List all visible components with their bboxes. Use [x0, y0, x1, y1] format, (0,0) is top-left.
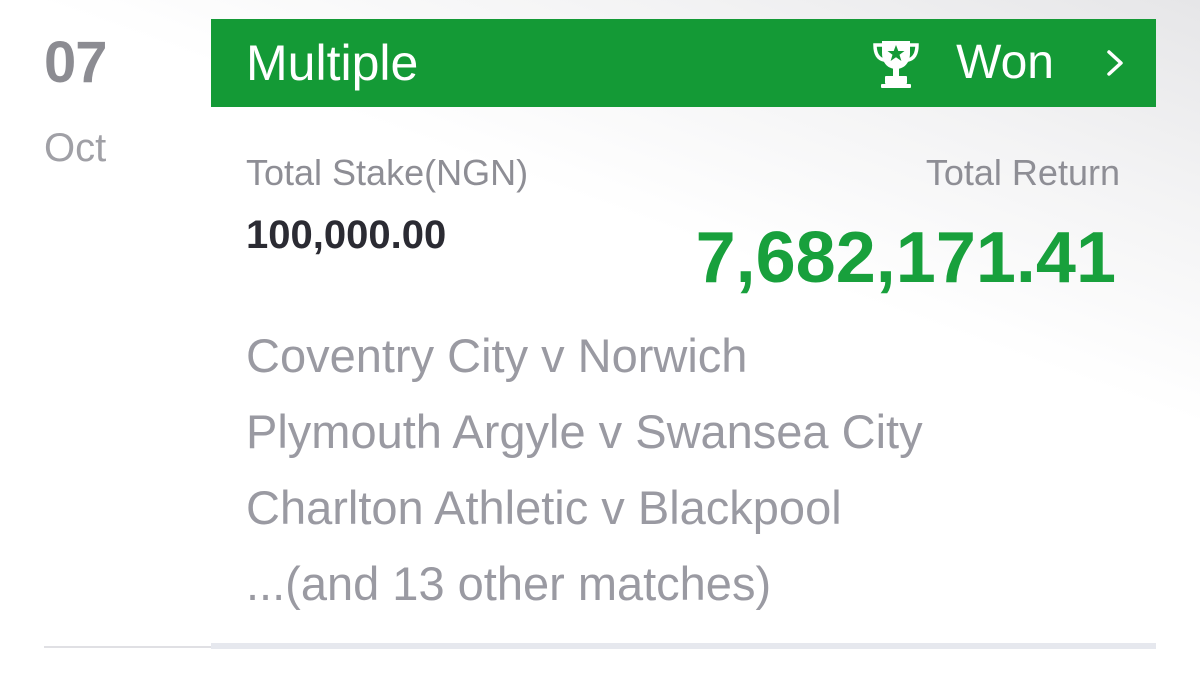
chevron-right-icon[interactable]: [1106, 48, 1124, 78]
total-return-label: Total Return: [925, 152, 1120, 193]
date-month: Oct: [44, 126, 107, 170]
bet-type-label: Multiple: [246, 35, 419, 91]
bet-status: Won: [872, 35, 1124, 91]
trophy-icon: [873, 41, 919, 88]
match-list: Coventry City v Norwich Plymouth Argyle …: [246, 318, 1146, 622]
bet-date: 07 Oct: [44, 30, 204, 170]
total-stake-label: Total Stake(NGN): [246, 152, 529, 193]
card-bottom-divider: [211, 643, 1156, 649]
total-return-value: 7,682,171.41: [695, 218, 1116, 298]
match-item: Coventry City v Norwich: [246, 329, 748, 382]
more-matches-text: ...(and 13 other matches): [246, 557, 772, 610]
total-stake-value: 100,000.00: [246, 213, 447, 257]
date-day: 07: [44, 30, 108, 95]
match-item: Charlton Athletic v Blackpool: [246, 481, 842, 534]
match-item: Plymouth Argyle v Swansea City: [246, 405, 923, 458]
bet-header-bar[interactable]: Multiple Won: [211, 19, 1156, 107]
status-text: Won: [956, 36, 1054, 89]
row-divider: [44, 646, 211, 648]
